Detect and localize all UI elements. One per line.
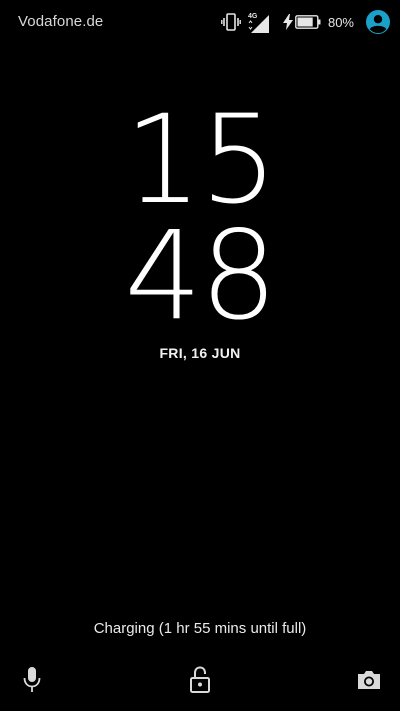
battery-icon (295, 15, 321, 29)
voice-assist-button[interactable] (12, 664, 52, 696)
clock-hours: 15 (124, 89, 277, 231)
status-icons: 4G 80% (221, 8, 390, 36)
camera-icon (358, 671, 380, 689)
status-bar: Vodafone.de 4G 80% (0, 0, 400, 44)
charging-status: Charging (1 hr 55 mins until full) (93, 620, 307, 637)
carrier-name: Vodafone.de (18, 13, 104, 30)
microphone-icon (23, 667, 41, 692)
network-type-label: 4G (248, 13, 258, 20)
charging-bolt-icon (282, 14, 293, 30)
unlock-icon (190, 666, 210, 693)
battery-percentage: 80% (327, 14, 354, 30)
vibrate-icon (221, 13, 241, 31)
unlock-button[interactable] (180, 664, 220, 696)
signal-icon: 4G (247, 11, 269, 33)
date-label: FRI, 16 JUN (159, 345, 241, 361)
camera-button[interactable] (349, 664, 389, 696)
account-avatar-icon[interactable] (366, 10, 390, 34)
clock-minutes: 48 (124, 205, 277, 347)
